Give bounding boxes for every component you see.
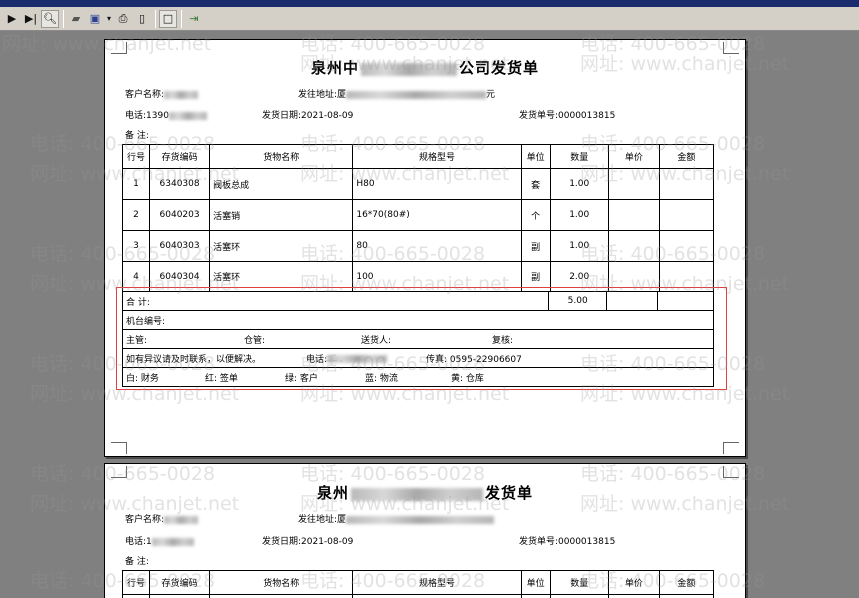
page-corner-mark	[111, 42, 127, 54]
page-icon[interactable]: ▯	[133, 10, 151, 28]
toolbar-separator	[63, 9, 64, 28]
save-icon[interactable]: ▣	[86, 10, 104, 28]
address-field: 发往地址:厦元	[298, 90, 496, 100]
table-header-row: 行号 存货编码 货物名称 规格型号 单位 数量 单价 金额	[121, 144, 715, 169]
customer-name-field: 客户名称:	[125, 87, 199, 100]
table-row[interactable]: 3 6040303 活塞环 80 副 1.00	[121, 230, 715, 262]
ship-number: 发货单号:0000013815	[519, 537, 616, 547]
exit-icon[interactable]: ⇥	[185, 10, 203, 28]
toolbar-separator	[181, 9, 182, 28]
search-icon[interactable]: 🔍︎	[41, 9, 59, 28]
redacted-text	[361, 62, 457, 76]
note-field: 备 注:	[125, 131, 149, 141]
ship-date: 发货日期:2021-08-09	[262, 111, 354, 121]
title-right: 公司发货单	[459, 59, 540, 77]
header-code: 存货编码	[149, 144, 211, 169]
selection-highlight	[116, 287, 727, 390]
table-header-row: 行号 存货编码 货物名称 规格型号 单位 数量 单价 金额	[121, 570, 715, 595]
table-row[interactable]: 2 6040203 活塞销 16*70(80#) 个 1.00	[121, 199, 715, 231]
redacted-text	[351, 487, 483, 501]
phone-field: 电话:1390	[125, 108, 207, 121]
header-price: 单价	[607, 144, 660, 169]
table-row	[121, 594, 715, 598]
goods-table: 行号 存货编码 货物名称 规格型号 单位 数量 单价 金额 1 6340308 …	[121, 144, 715, 292]
skip-end-icon[interactable]: ▶|	[22, 10, 40, 28]
page-corner-mark	[723, 42, 739, 54]
table-row[interactable]: 1 6340308 阀板总成 H80 套 1.00	[121, 168, 715, 200]
customer-name-field: 客户名称:	[125, 512, 199, 525]
header-spec: 规格型号	[352, 144, 522, 169]
toolbar-separator	[155, 9, 156, 28]
play-icon[interactable]: ▶	[3, 10, 21, 28]
preview-canvas[interactable]: 泉州中 公司发货单 客户名称: 发往地址:厦元 电话:1390 发货日期:2021…	[0, 31, 859, 598]
header-line-no: 行号	[121, 144, 151, 169]
invoice-page-1: 泉州中 公司发货单 客户名称: 发往地址:厦元 电话:1390 发货日期:2021…	[104, 39, 746, 457]
note-field: 备 注:	[125, 557, 149, 567]
header-name: 货物名称	[209, 144, 354, 169]
invoice-page-2: 泉州 发货单 客户名称: 发往地址:厦 电话:1 发货日期:2021-08-09 …	[104, 463, 746, 598]
ship-number: 发货单号:0000013815	[519, 111, 616, 121]
page-corner-mark	[723, 466, 739, 478]
page-corner-mark	[111, 442, 127, 454]
header-qty: 数量	[549, 144, 609, 169]
address-field: 发往地址:厦	[298, 512, 495, 525]
print-icon[interactable]: ⎙	[114, 10, 132, 28]
title-left: 泉州中	[310, 59, 359, 77]
ship-date: 发货日期:2021-08-09	[262, 537, 354, 547]
stop-icon[interactable]: □	[159, 9, 177, 28]
folder-icon[interactable]: ▰	[67, 10, 85, 28]
goods-table: 行号 存货编码 货物名称 规格型号 单位 数量 单价 金额	[121, 570, 715, 598]
dropdown-icon[interactable]: ▾	[105, 10, 113, 28]
title-bar-strip	[0, 0, 859, 7]
page-corner-mark	[723, 442, 739, 454]
phone-field: 电话:1	[125, 534, 194, 547]
header-unit: 单位	[520, 144, 551, 169]
document-title: 泉州 发货单	[316, 484, 534, 502]
header-amount: 金额	[658, 144, 715, 169]
preview-toolbar: ▶ ▶| 🔍︎ ▰ ▣ ▾ ⎙ ▯ □ ⇥	[0, 7, 859, 31]
document-title: 泉州中 公司发货单	[105, 57, 745, 78]
page-corner-mark	[111, 466, 127, 478]
